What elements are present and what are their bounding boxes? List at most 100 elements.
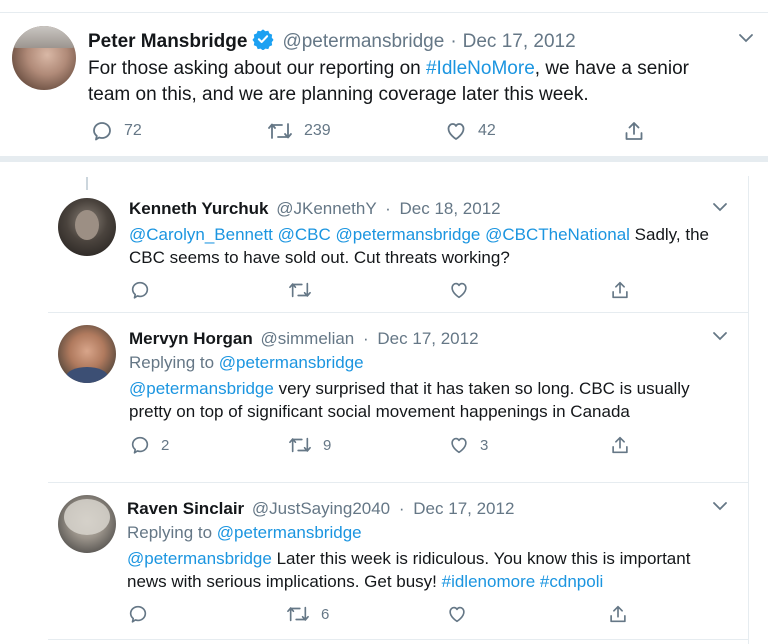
main-tweet[interactable]: Peter Mansbridge @petermansbridge · Dec …	[0, 0, 768, 158]
replying-to-handle[interactable]: @petermansbridge	[219, 353, 364, 372]
tweet-date[interactable]: Dec 17, 2012	[377, 329, 478, 348]
main-tweet-header: Peter Mansbridge @petermansbridge · Dec …	[88, 28, 576, 56]
share-icon	[625, 122, 643, 140]
author-handle[interactable]: @JustSaying2040	[252, 499, 390, 518]
verified-badge-icon	[252, 28, 274, 56]
reply-button[interactable]: 2	[129, 434, 169, 456]
heart-icon	[449, 606, 465, 623]
share-button[interactable]	[622, 119, 646, 143]
like-count: 3	[480, 436, 489, 454]
share-icon	[612, 281, 628, 299]
reply-icon	[131, 281, 149, 299]
hashtag-link[interactable]: #cdnpoli	[540, 572, 603, 591]
reply-tweet-2[interactable]: Mervyn Horgan @simmelian · Dec 17, 2012 …	[48, 313, 748, 470]
reply-button[interactable]	[129, 279, 151, 301]
like-button[interactable]: 42	[444, 119, 496, 143]
avatar[interactable]	[12, 26, 76, 90]
retweet-button[interactable]: 9	[287, 434, 331, 456]
like-button[interactable]	[448, 279, 470, 301]
avatar-hair	[12, 26, 76, 48]
reply-header: Kenneth Yurchuk @JKennethY · Dec 18, 201…	[129, 199, 501, 219]
reply-button[interactable]: 72	[90, 119, 142, 143]
chevron-down-icon[interactable]	[737, 29, 755, 47]
avatar[interactable]	[58, 325, 116, 383]
retweet-icon	[268, 123, 292, 139]
reply-count: 72	[124, 122, 142, 139]
heart-icon	[451, 282, 467, 299]
avatar[interactable]	[58, 495, 116, 553]
mention-link[interactable]: @petermansbridge	[129, 379, 274, 398]
section-divider	[0, 156, 768, 162]
mention-link[interactable]: @petermansbridge	[336, 225, 481, 244]
author-name[interactable]: Kenneth Yurchuk	[129, 199, 269, 218]
tweet-text: @Carolyn_Bennett @CBC @petermansbridge @…	[129, 223, 719, 269]
reply-header: Mervyn Horgan @simmelian · Dec 17, 2012	[129, 329, 479, 349]
avatar-face	[75, 210, 99, 240]
tweet-date[interactable]: Dec 18, 2012	[400, 199, 501, 218]
mention-link[interactable]: @CBCTheNational	[485, 225, 630, 244]
tweet-text: @petermansbridge very surprised that it …	[129, 377, 724, 423]
author-name[interactable]: Peter Mansbridge	[88, 31, 247, 53]
tweet-date[interactable]: Dec 17, 2012	[463, 31, 576, 53]
mention-link[interactable]: @Carolyn_Bennett	[129, 225, 273, 244]
avatar[interactable]	[58, 198, 116, 256]
share-button[interactable]	[607, 603, 629, 625]
author-handle[interactable]: @petermansbridge	[282, 31, 444, 53]
reply-button[interactable]	[127, 603, 149, 625]
retweet-count: 6	[321, 605, 330, 623]
retweet-icon	[287, 606, 309, 622]
separator-dot: ·	[385, 199, 391, 218]
like-button[interactable]: 3	[448, 434, 488, 456]
author-name[interactable]: Mervyn Horgan	[129, 329, 253, 348]
like-count: 42	[478, 122, 496, 139]
avatar-hair	[64, 499, 110, 535]
reply-tweet-3[interactable]: Raven Sinclair @JustSaying2040 · Dec 17,…	[48, 483, 748, 644]
heart-icon	[451, 437, 467, 454]
author-name[interactable]: Raven Sinclair	[127, 499, 244, 518]
share-button[interactable]	[609, 434, 631, 456]
retweet-button[interactable]	[287, 279, 313, 301]
replying-to-label: Replying to	[127, 523, 217, 542]
retweet-icon	[289, 437, 311, 453]
tweet-text: @petermansbridge Later this week is ridi…	[127, 547, 727, 593]
separator-dot: ·	[363, 329, 369, 348]
mention-link[interactable]: @CBC	[278, 225, 331, 244]
tweet-text: For those asking about our reporting on …	[88, 56, 728, 108]
chevron-down-icon[interactable]	[711, 327, 729, 345]
author-handle[interactable]: @JKennethY	[276, 199, 376, 218]
hashtag-link[interactable]: #idlenomore	[442, 572, 536, 591]
tweet-date[interactable]: Dec 17, 2012	[413, 499, 514, 518]
chevron-down-icon[interactable]	[711, 497, 729, 515]
reply-icon	[131, 436, 149, 454]
reply-tweet-1[interactable]: Kenneth Yurchuk @JKennethY · Dec 18, 201…	[48, 186, 748, 312]
replying-to-label: Replying to	[129, 353, 219, 372]
reply-icon	[129, 605, 147, 623]
heart-icon	[447, 123, 465, 140]
retweet-button[interactable]: 6	[285, 603, 329, 625]
separator-dot: ·	[398, 499, 405, 518]
replying-to: Replying to @petermansbridge	[127, 523, 362, 543]
retweet-button[interactable]: 239	[266, 119, 331, 143]
retweet-icon	[289, 282, 311, 298]
hashtag-link[interactable]: #IdleNoMore	[426, 58, 535, 79]
share-icon	[612, 436, 628, 454]
top-divider	[0, 12, 768, 13]
author-handle[interactable]: @simmelian	[260, 329, 354, 348]
replying-to-handle[interactable]: @petermansbridge	[217, 523, 362, 542]
reply-count: 2	[161, 436, 170, 454]
chevron-down-icon[interactable]	[711, 198, 729, 216]
bottom-divider	[48, 639, 748, 640]
like-button[interactable]	[446, 603, 468, 625]
replying-to: Replying to @petermansbridge	[129, 353, 364, 373]
share-button[interactable]	[609, 279, 631, 301]
right-border	[748, 176, 749, 644]
share-icon	[610, 605, 626, 623]
retweet-count: 9	[323, 436, 332, 454]
mention-link[interactable]: @petermansbridge	[127, 549, 272, 568]
retweet-count: 239	[304, 122, 331, 139]
avatar-shirt	[66, 367, 108, 383]
reply-icon	[93, 122, 111, 141]
separator-dot: ·	[450, 31, 457, 52]
tweet-text-part: For those asking about our reporting on	[88, 58, 426, 79]
reply-header: Raven Sinclair @JustSaying2040 · Dec 17,…	[127, 499, 514, 519]
